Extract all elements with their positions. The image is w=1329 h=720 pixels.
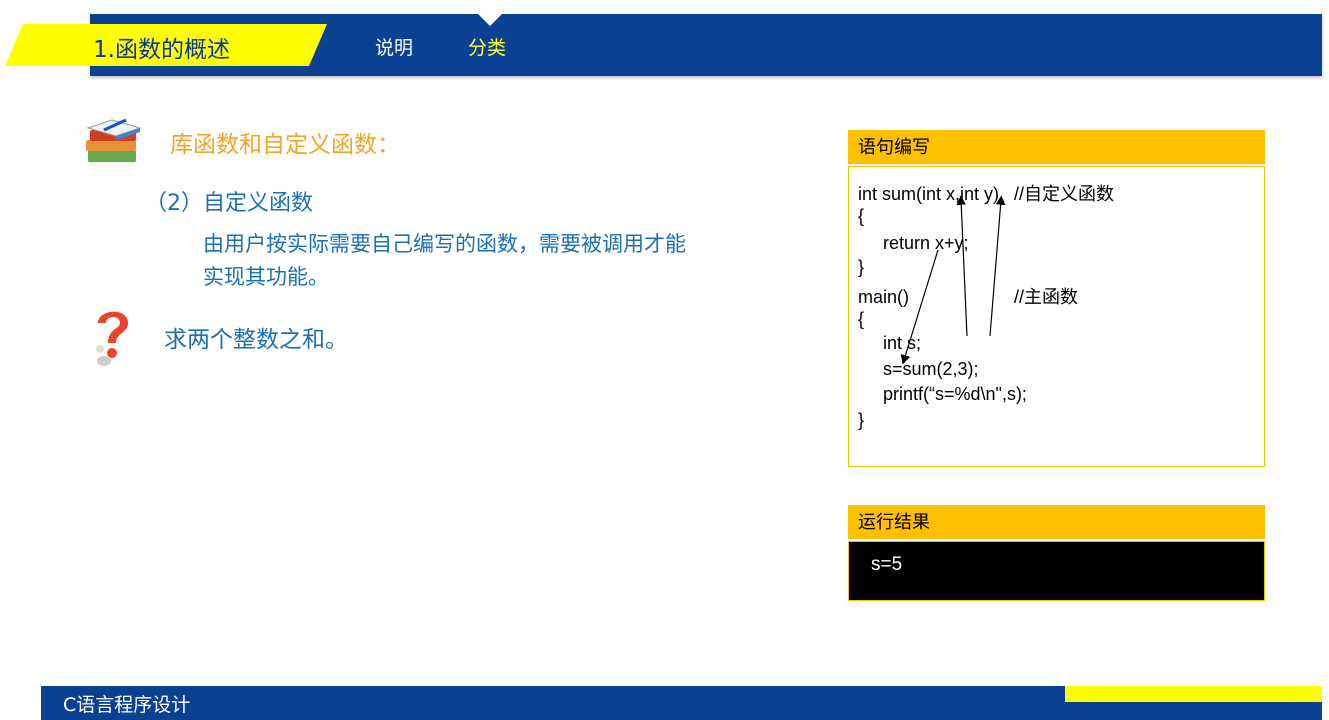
custom-function-subheading: （2）自定义函数 bbox=[145, 191, 313, 216]
result-panel-title: 运行结果 bbox=[848, 505, 1265, 539]
active-tab-notch bbox=[478, 14, 502, 26]
nav-item-classification[interactable]: 分类 bbox=[468, 33, 506, 60]
result-output: s=5 bbox=[871, 554, 903, 575]
code-line: return x+y; bbox=[858, 233, 969, 253]
code-panel-title: 语句编写 bbox=[848, 130, 1265, 164]
question-text: 求两个整数之和。 bbox=[164, 327, 348, 353]
code-line: } bbox=[858, 410, 865, 430]
code-line: { bbox=[858, 309, 865, 329]
code-line: } bbox=[858, 257, 865, 277]
code-box: int sum(int x,int y) //自定义函数 { return x+… bbox=[848, 166, 1265, 467]
page-title: 1.函数的概述 bbox=[93, 37, 230, 63]
description: 由用户按实际需要自己编写的函数，需要被调用才能 实现其功能。 bbox=[203, 228, 763, 294]
code-line: main() //主函数 bbox=[858, 287, 1079, 307]
footer-accent bbox=[1065, 686, 1322, 702]
library-function-heading: 库函数和自定义函数： bbox=[170, 132, 400, 158]
code-line: { bbox=[858, 206, 865, 226]
code-line: int s; bbox=[858, 333, 922, 353]
code-line: printf(“s=%d\n",s); bbox=[858, 384, 1027, 404]
description-line: 实现其功能。 bbox=[203, 265, 329, 289]
course-title: C语言程序设计 bbox=[63, 694, 191, 716]
code-line: int sum(int x,int y) //自定义函数 bbox=[858, 184, 1115, 204]
books-icon bbox=[86, 118, 142, 162]
nav-item-description[interactable]: 说明 bbox=[375, 33, 413, 60]
result-console: s=5 bbox=[848, 541, 1265, 601]
question-mark-icon bbox=[96, 311, 128, 366]
description-line: 由用户按实际需要自己编写的函数，需要被调用才能 bbox=[203, 232, 686, 256]
code-line: s=sum(2,3); bbox=[858, 359, 979, 379]
